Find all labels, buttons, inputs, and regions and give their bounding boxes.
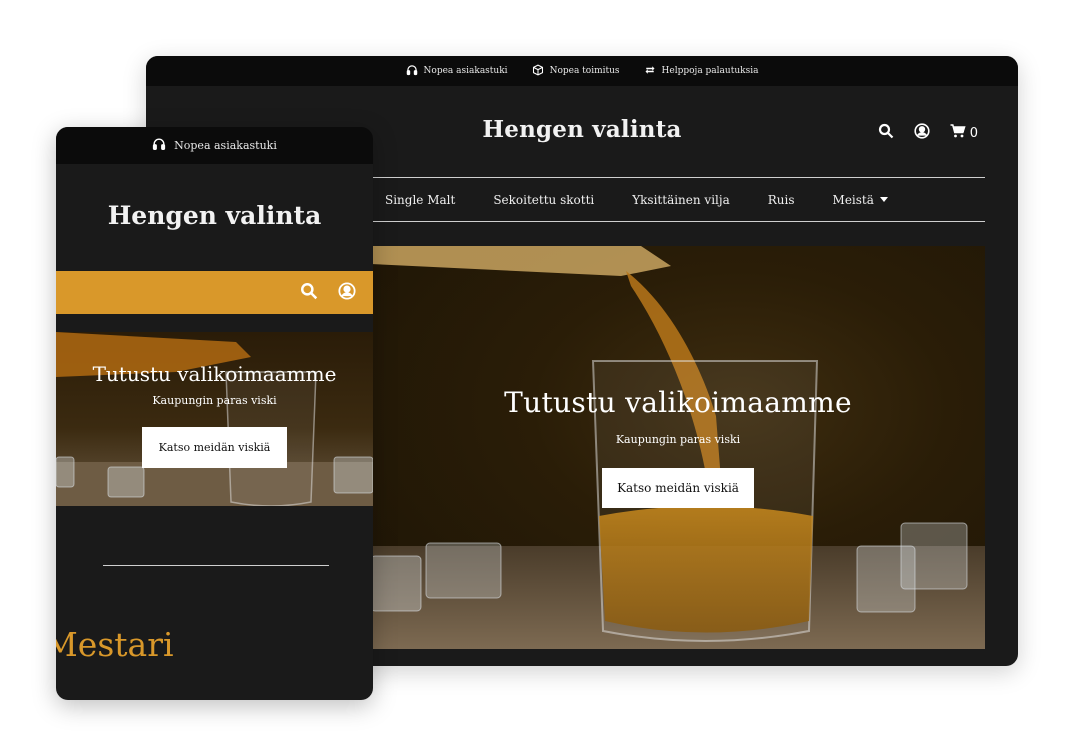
main-navigation: Single Malt Sekoitettu skotti Yksittäine…: [371, 177, 985, 222]
hero-cta-button[interactable]: Katso meidän viskiä: [141, 427, 288, 468]
box-icon: [532, 64, 544, 79]
section-divider: [103, 565, 329, 566]
cart-button[interactable]: 0: [950, 123, 978, 143]
mobile-mockup: Nopea asiakastuki Hengen valinta Tutustu…: [56, 127, 373, 700]
account-icon[interactable]: [338, 281, 356, 304]
mobile-toolbar: [56, 271, 373, 314]
hero-banner: Tutustu valikoimaamme Kaupungin paras vi…: [371, 246, 985, 649]
headset-icon: [152, 137, 166, 154]
announcement-item-delivery: Nopea toimitus: [532, 64, 620, 79]
nav-item-single-malt[interactable]: Single Malt: [385, 193, 455, 207]
mobile-site-title[interactable]: Hengen valinta: [56, 201, 373, 230]
cart-count: 0: [969, 125, 978, 141]
nav-item-about-dropdown[interactable]: Meistä: [833, 193, 888, 207]
hero-title: Tutustu valikoimaamme: [504, 386, 852, 419]
announcement-item-returns: Helppoja palautuksia: [644, 64, 759, 79]
nav-item-rye[interactable]: Ruis: [768, 193, 795, 207]
announcement-text: Helppoja palautuksia: [661, 66, 759, 76]
headset-icon: [406, 64, 418, 79]
hero-subtitle: Kaupungin paras viski: [152, 394, 277, 407]
mobile-announcement-bar: Nopea asiakastuki: [56, 127, 373, 164]
section-heading: Mestari: [56, 625, 174, 664]
chevron-down-icon: [879, 197, 888, 202]
announcement-text: Nopea asiakastuki: [174, 139, 277, 152]
nav-item-single-grain[interactable]: Yksittäinen vilja: [632, 193, 730, 207]
cart-icon: [950, 123, 966, 143]
hero-cta-button[interactable]: Katso meidän viskiä: [602, 468, 754, 508]
account-icon[interactable]: [914, 123, 930, 143]
swap-arrows-icon: [644, 64, 656, 79]
hero-content: Tutustu valikoimaamme Kaupungin paras vi…: [371, 386, 985, 508]
nav-item-label: Meistä: [832, 192, 874, 207]
search-icon[interactable]: [300, 282, 318, 304]
hero-title: Tutustu valikoimaamme: [92, 362, 337, 386]
hero-subtitle: Kaupungin paras viski: [615, 433, 741, 446]
search-icon[interactable]: [878, 123, 894, 143]
announcement-item-support: Nopea asiakastuki: [406, 64, 508, 79]
nav-item-blended-scotch[interactable]: Sekoitettu skotti: [493, 193, 594, 207]
announcement-bar: Nopea asiakastuki Nopea toimitus Helppoj…: [146, 56, 1018, 86]
announcement-text: Nopea asiakastuki: [423, 66, 508, 76]
announcement-text: Nopea toimitus: [549, 66, 620, 76]
mobile-hero-content: Tutustu valikoimaamme Kaupungin paras vi…: [56, 362, 373, 468]
header-icons: 0: [878, 123, 978, 143]
mobile-hero-banner: Tutustu valikoimaamme Kaupungin paras vi…: [56, 332, 373, 506]
